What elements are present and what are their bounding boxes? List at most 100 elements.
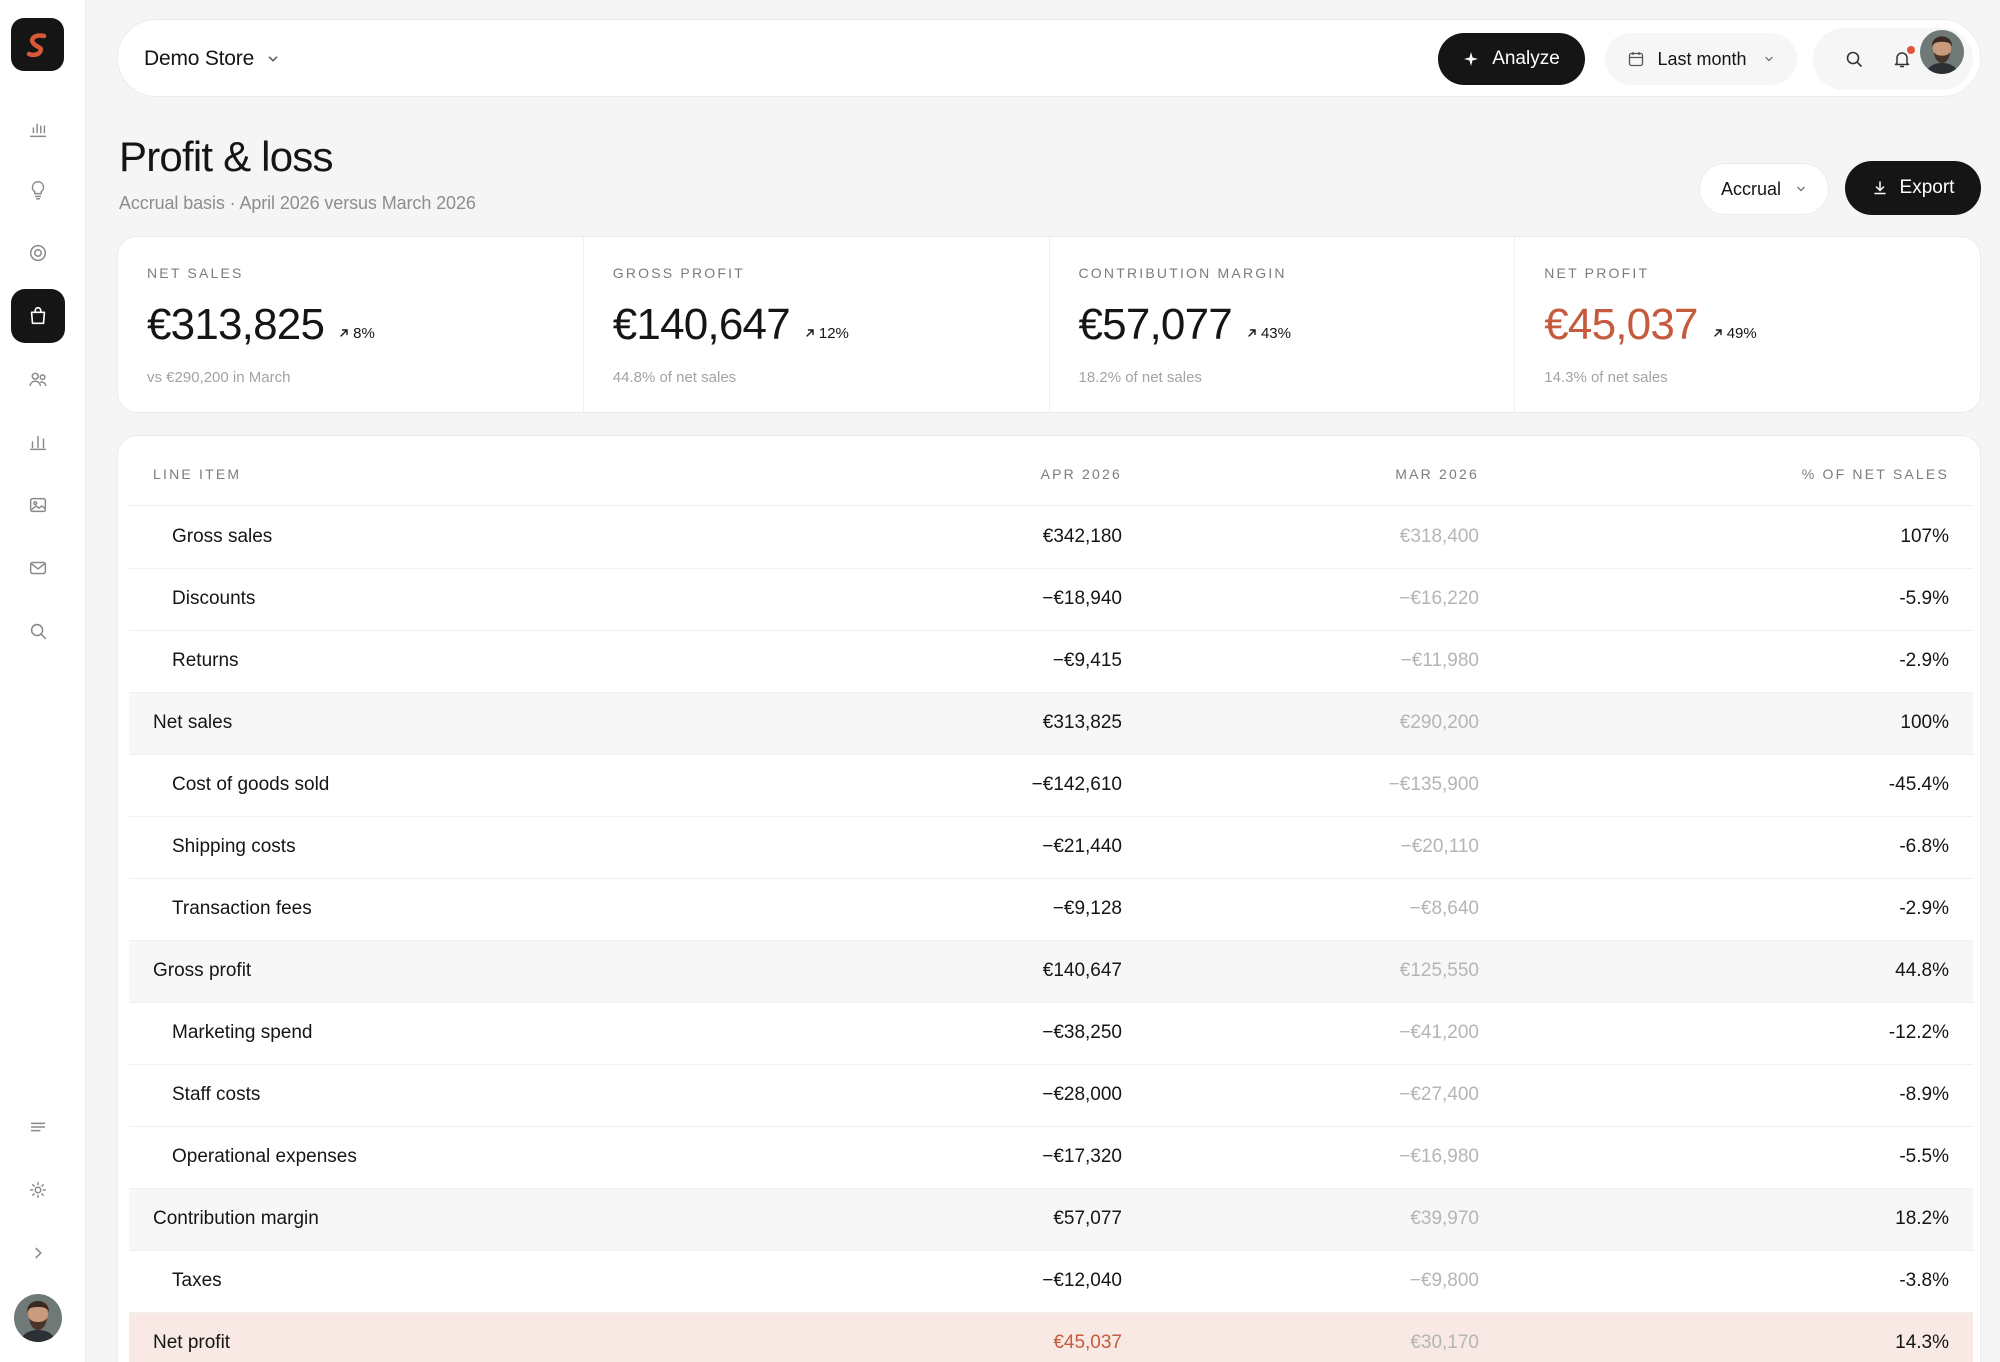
- mar-value: −€20,110: [1400, 836, 1479, 857]
- arrow-up-right-icon: [806, 329, 814, 337]
- nav-menu[interactable]: [11, 1100, 65, 1154]
- kpi-label: NET PROFIT: [1544, 265, 1650, 281]
- settings-icon: [29, 1181, 47, 1199]
- nav-dashboard[interactable]: [11, 102, 65, 156]
- pct-value: -45.4%: [1888, 774, 1949, 795]
- date-range-select[interactable]: Last month: [1605, 33, 1797, 85]
- subtotal-row[interactable]: Net sales €313,825 €290,200 100%: [129, 693, 1973, 755]
- mar-value: €318,400: [1399, 526, 1479, 547]
- export-label: Export: [1899, 177, 1955, 198]
- app-logo[interactable]: [11, 18, 64, 71]
- pct-value: -5.9%: [1899, 588, 1949, 609]
- apr-value: −€21,440: [1042, 836, 1122, 857]
- search-icon: [1846, 51, 1862, 67]
- nav-insights[interactable]: [11, 163, 65, 217]
- target-icon: [29, 244, 47, 262]
- table-row[interactable]: Marketing spend −€38,250 −€41,200 -12.2%: [129, 1003, 1973, 1065]
- user-avatar[interactable]: [14, 1294, 62, 1342]
- kpi-value: €57,077: [1078, 300, 1233, 349]
- line-item: Gross profit: [153, 960, 252, 981]
- kpi-note: vs €290,200 in March: [147, 369, 291, 386]
- apr-value: −€9,415: [1052, 650, 1122, 671]
- analyze-button[interactable]: Analyze: [1438, 33, 1585, 85]
- column-header-pct[interactable]: % OF NET SALES: [1802, 466, 1949, 482]
- export-button[interactable]: Export: [1845, 161, 1981, 215]
- nav-settings[interactable]: [11, 1163, 65, 1217]
- accounting-basis-select[interactable]: Accrual: [1699, 163, 1829, 215]
- apr-value: €57,077: [1053, 1208, 1122, 1229]
- apr-value: −€17,320: [1042, 1146, 1122, 1167]
- net-profit-row[interactable]: Net profit €45,037 €30,170 14.3%: [129, 1313, 1973, 1362]
- nav-messages[interactable]: [11, 541, 65, 595]
- arrow-up-right-icon: [340, 329, 348, 337]
- kpi-delta: 43%: [1246, 325, 1291, 342]
- line-item: Cost of goods sold: [172, 774, 330, 795]
- calendar-icon: [1629, 52, 1644, 67]
- mar-value: −€8,640: [1409, 898, 1479, 919]
- subtotal-row[interactable]: Contribution margin €57,077 €39,970 18.2…: [129, 1189, 1973, 1251]
- avatar-image: [14, 1294, 62, 1342]
- table-row[interactable]: Staff costs −€28,000 −€27,400 -8.9%: [129, 1065, 1973, 1127]
- avatar-image: [1920, 30, 1964, 74]
- account-avatar[interactable]: [1920, 30, 1964, 74]
- table-row[interactable]: Returns −€9,415 −€11,980 -2.9%: [129, 631, 1973, 693]
- search-button[interactable]: [1843, 48, 1865, 70]
- nav-commerce[interactable]: [11, 289, 65, 343]
- mar-value: €290,200: [1399, 712, 1479, 733]
- table-row[interactable]: Gross sales €342,180 €318,400 107%: [129, 507, 1973, 569]
- mar-value: €30,170: [1410, 1332, 1479, 1353]
- pct-value: -6.8%: [1899, 836, 1949, 857]
- table-row[interactable]: Shipping costs −€21,440 −€20,110 -6.8%: [129, 817, 1973, 879]
- users-icon: [29, 372, 47, 387]
- store-name: Demo Store: [144, 47, 255, 70]
- table-row[interactable]: Cost of goods sold −€142,610 −€135,900 -…: [129, 755, 1973, 817]
- lightbulb-icon: [31, 181, 45, 200]
- kpi-note: 14.3% of net sales: [1544, 369, 1668, 386]
- apr-value: −€38,250: [1042, 1022, 1122, 1043]
- mar-value: −€27,400: [1399, 1084, 1479, 1105]
- table-row[interactable]: Taxes −€12,040 −€9,800 -3.8%: [129, 1251, 1973, 1313]
- shopping-bag-icon: [30, 306, 46, 325]
- line-item: Marketing spend: [172, 1022, 313, 1043]
- expand-sidebar-button[interactable]: [11, 1226, 65, 1280]
- table-row[interactable]: Operational expenses −€17,320 −€16,980 -…: [129, 1127, 1973, 1189]
- column-header-mar[interactable]: MAR 2026: [1395, 466, 1479, 482]
- nav-customers[interactable]: [11, 352, 65, 406]
- analytics-icon: [29, 435, 47, 451]
- analyze-label: Analyze: [1492, 48, 1560, 69]
- chevron-down-icon: [268, 56, 278, 62]
- mar-value: −€135,900: [1388, 774, 1479, 795]
- column-header-apr[interactable]: APR 2026: [1041, 466, 1122, 482]
- pct-value: -5.5%: [1899, 1146, 1949, 1167]
- table-row[interactable]: Discounts −€18,940 −€16,220 -5.9%: [129, 569, 1973, 631]
- kpi-delta-value: 49%: [1726, 324, 1757, 342]
- apr-value: €342,180: [1042, 526, 1122, 547]
- mar-value: −€41,200: [1399, 1022, 1479, 1043]
- menu-icon: [30, 1122, 46, 1132]
- table-row[interactable]: Transaction fees −€9,128 −€8,640 -2.9%: [129, 879, 1973, 941]
- chevron-down-icon: [1764, 56, 1773, 62]
- nav-search[interactable]: [11, 604, 65, 658]
- pct-value: -12.2%: [1888, 1022, 1949, 1043]
- line-item: Discounts: [172, 588, 256, 609]
- column-header-line-item[interactable]: LINE ITEM: [153, 466, 241, 482]
- line-item: Net profit: [153, 1332, 231, 1353]
- table-header: LINE ITEM APR 2026 MAR 2026 % OF NET SAL…: [129, 436, 1973, 506]
- bar-chart-icon: [29, 123, 47, 138]
- kpi-summary: NET SALES €313,825 8% vs €290,200 in Mar…: [117, 236, 1981, 413]
- subtotal-row[interactable]: Gross profit €140,647 €125,550 44.8%: [129, 941, 1973, 1003]
- nav-media[interactable]: [11, 478, 65, 532]
- top-bar: Demo Store Analyze Last month: [117, 19, 1981, 97]
- mar-value: −€9,800: [1409, 1270, 1479, 1291]
- mail-icon: [29, 561, 47, 575]
- nav-goals[interactable]: [11, 226, 65, 280]
- line-item: Gross sales: [172, 526, 273, 547]
- kpi-delta: 12%: [804, 325, 849, 342]
- store-switcher[interactable]: Demo Store: [144, 42, 280, 76]
- kpi-delta: 49%: [1712, 325, 1757, 342]
- pct-value: 44.8%: [1895, 960, 1949, 981]
- nav-reports[interactable]: [11, 415, 65, 469]
- sidebar: [0, 0, 86, 1362]
- notifications-button[interactable]: [1891, 46, 1915, 70]
- kpi-net-profit: NET PROFIT €45,037 49% 14.3% of net sale…: [1515, 237, 1980, 412]
